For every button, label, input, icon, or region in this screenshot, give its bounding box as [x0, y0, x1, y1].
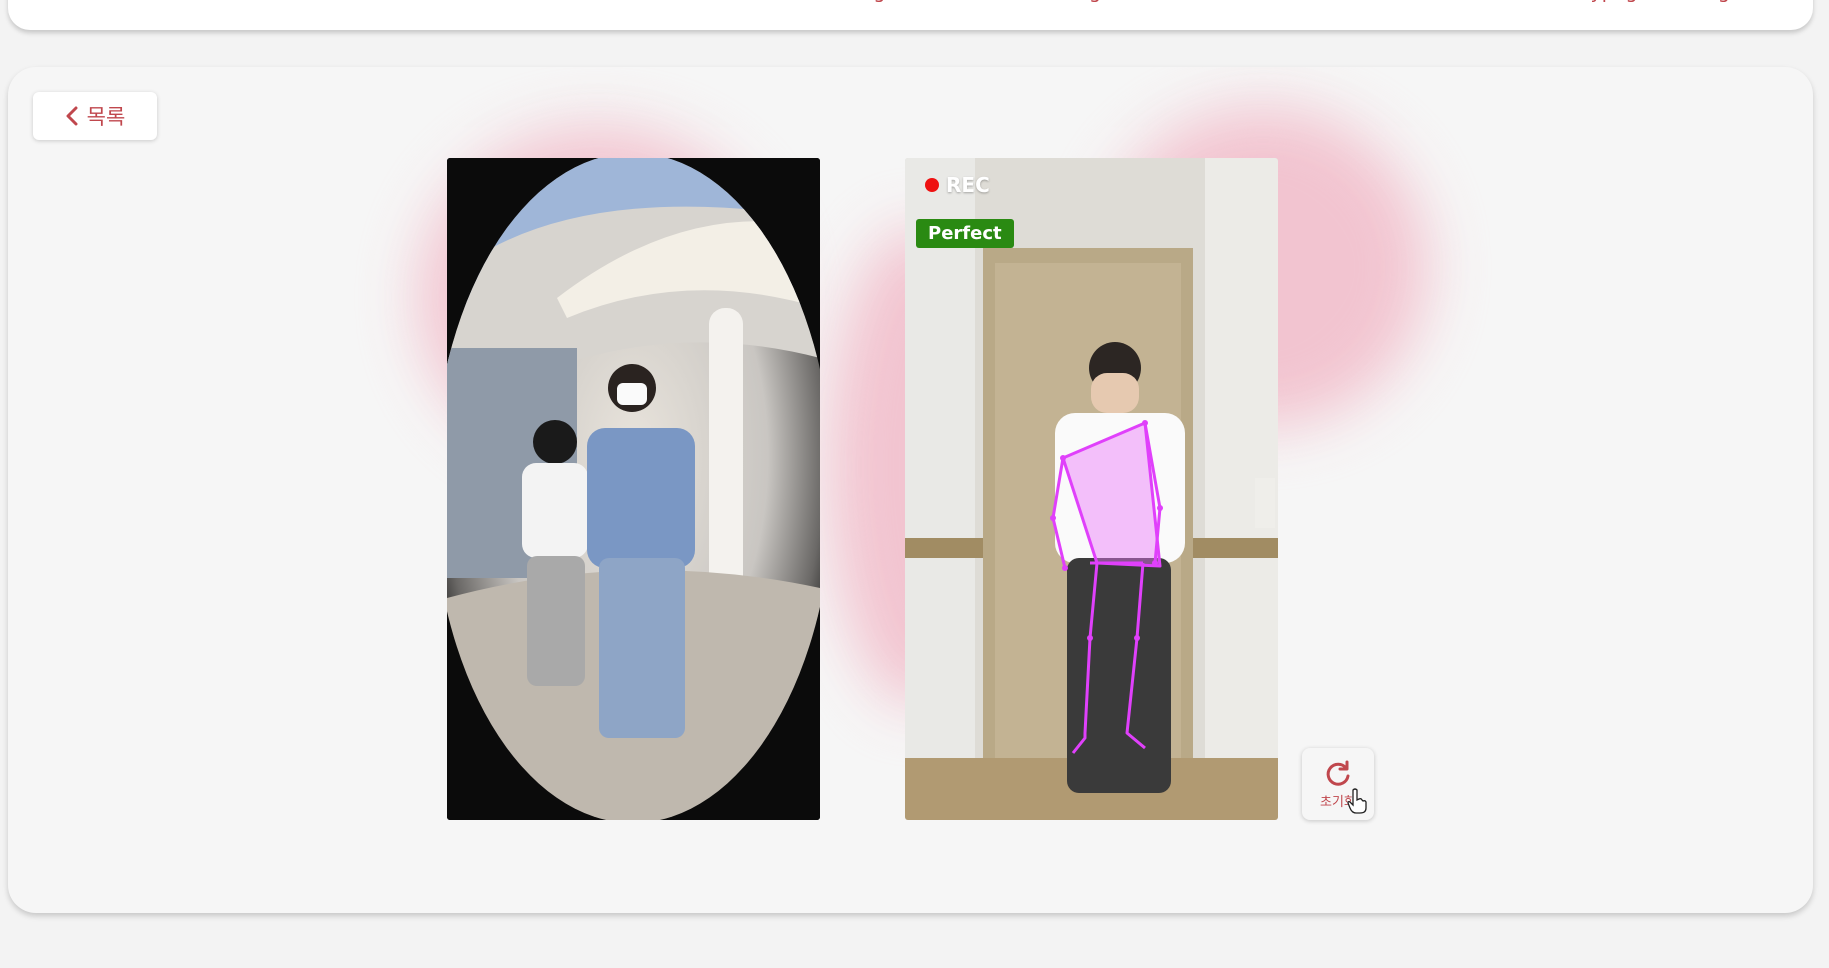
nav-challenge[interactable]: challenge — [805, 0, 897, 4]
back-to-list-button[interactable]: 목록 — [33, 92, 157, 140]
back-button-label: 목록 — [86, 105, 126, 129]
nav-mypage[interactable]: mypage — [1572, 0, 1649, 4]
nav-rank[interactable]: rank — [1213, 0, 1256, 4]
nav-guide[interactable]: guide — [1089, 0, 1142, 4]
nav-logout[interactable]: logout — [1701, 0, 1761, 4]
hand-cursor-icon — [1347, 788, 1367, 814]
record-dot-icon — [925, 178, 939, 192]
rec-label: REC — [946, 173, 990, 197]
pose-status-badge: Perfect — [916, 219, 1014, 248]
recording-indicator: REC — [925, 173, 990, 197]
refresh-icon — [1326, 760, 1350, 786]
camera-video[interactable]: REC Perfect — [905, 158, 1278, 820]
main-card: 목록 REC Perfect 초기화 — [8, 67, 1813, 913]
reference-video[interactable] — [447, 158, 820, 820]
nav-home[interactable]: home — [567, 0, 621, 4]
reference-video-frame — [447, 158, 820, 820]
chevron-left-icon — [66, 106, 78, 126]
camera-video-frame — [905, 158, 1278, 820]
nav-battle[interactable]: battle — [964, 0, 1020, 4]
nav-feed[interactable]: feed — [693, 0, 735, 4]
top-navigation: home feed challenge battle guide rank my… — [8, 0, 1813, 30]
